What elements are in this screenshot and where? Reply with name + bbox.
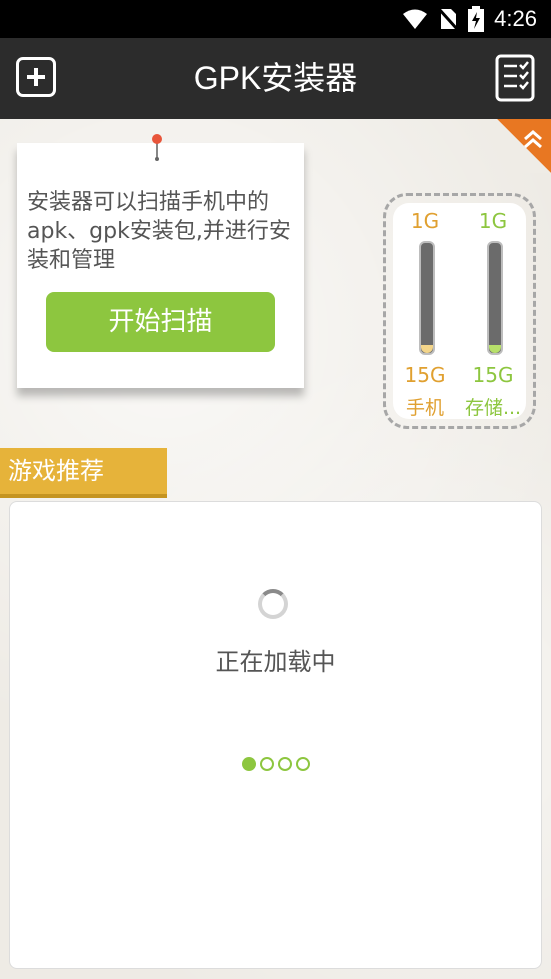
pin-icon bbox=[152, 134, 162, 161]
checklist-icon[interactable] bbox=[495, 54, 535, 102]
page-dot[interactable] bbox=[278, 757, 292, 771]
phone-label: 手机 bbox=[405, 397, 444, 419]
sd-storage-bar bbox=[487, 241, 503, 355]
app-bar: GPK安装器 bbox=[0, 38, 551, 119]
scan-note-card: 安装器可以扫描手机中的apk、gpk安装包,并进行安装和管理 开始扫描 bbox=[17, 143, 304, 388]
loading-spinner-icon bbox=[258, 589, 288, 619]
battery-charging-icon bbox=[468, 6, 485, 32]
sd-used: 1G bbox=[478, 209, 508, 233]
recommend-panel bbox=[9, 501, 542, 969]
phone-storage-bar bbox=[419, 241, 435, 355]
section-title-game-recommend: 游戏推荐 bbox=[0, 448, 167, 498]
start-scan-button[interactable]: 开始扫描 bbox=[46, 292, 275, 352]
phone-total: 15G bbox=[404, 363, 446, 387]
page-dot[interactable] bbox=[242, 757, 256, 771]
page-dot[interactable] bbox=[260, 757, 274, 771]
sd-label: 存储... bbox=[464, 397, 522, 419]
status-bar: 4:26 bbox=[0, 0, 551, 38]
storage-widget[interactable]: 1G 15G 手机 1G 15G 存储... bbox=[383, 193, 536, 429]
loading-text: 正在加载中 bbox=[215, 648, 336, 676]
wifi-icon bbox=[403, 9, 428, 29]
app-title: GPK安装器 bbox=[193, 60, 358, 96]
page-dot[interactable] bbox=[296, 757, 310, 771]
scan-description: 安装器可以扫描手机中的apk、gpk安装包,并进行安装和管理 bbox=[27, 190, 291, 273]
phone-storage-fill bbox=[421, 345, 433, 353]
sd-total: 15G bbox=[472, 363, 514, 387]
phone-used: 1G bbox=[410, 209, 440, 233]
collapse-corner-icon[interactable] bbox=[497, 119, 551, 173]
sd-storage-fill bbox=[489, 345, 501, 353]
status-time: 4:26 bbox=[494, 6, 537, 31]
page-indicator bbox=[242, 757, 310, 771]
no-sim-icon bbox=[438, 7, 459, 31]
sd-storage-column: 1G 15G 存储... bbox=[461, 203, 525, 419]
phone-storage-column: 1G 15G 手机 bbox=[393, 203, 457, 419]
